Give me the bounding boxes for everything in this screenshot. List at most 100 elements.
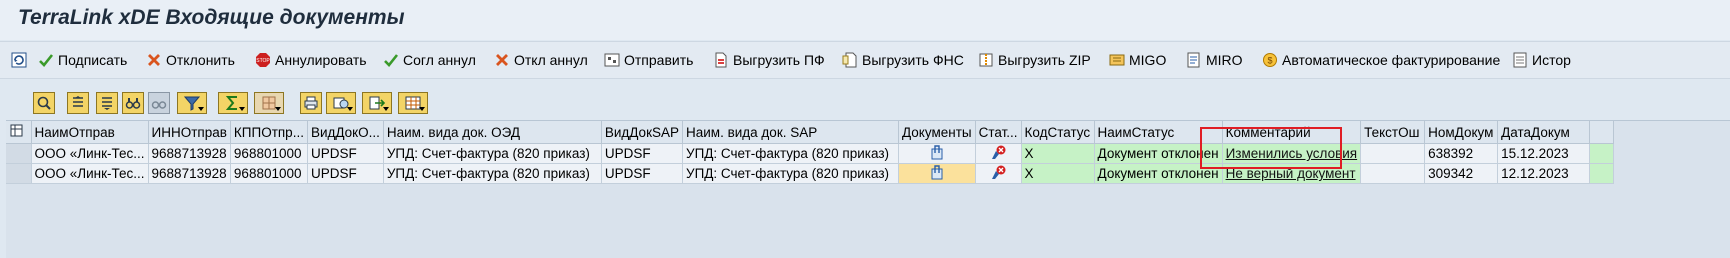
send-icon — [604, 52, 620, 68]
approve-annul-button-label: Согл аннул — [403, 52, 476, 68]
cell-comment[interactable]: Изменились условия — [1222, 143, 1362, 164]
find-next-button[interactable] — [148, 92, 170, 114]
miro-icon — [1186, 52, 1202, 68]
send-button-label: Отправить — [624, 52, 694, 68]
col-header-oed-doc-type-name[interactable]: Наим. вида док. ОЭД — [383, 121, 602, 144]
col-header-sender-kpp[interactable]: КППОтпр... — [230, 121, 308, 144]
cell-status-name: Документ отклонен — [1094, 163, 1223, 184]
approve-annul-button[interactable]: Согл аннул — [383, 50, 476, 70]
subtotal-button[interactable] — [254, 92, 284, 114]
cell-error-text — [1360, 143, 1426, 164]
pdf-export-icon — [713, 52, 729, 68]
sort-ascending-button[interactable] — [67, 92, 89, 114]
export-button[interactable] — [362, 92, 392, 114]
col-header-status-name[interactable]: НаимСтатус — [1094, 121, 1223, 144]
rejected-status-icon — [990, 144, 1006, 160]
documents-table: НаимОтправ ИННОтправ КППОтпр... ВидДокО.… — [6, 121, 1615, 184]
col-header-documents[interactable]: Документы — [898, 121, 976, 144]
col-header-sender-inn[interactable]: ИННОтправ — [148, 121, 231, 144]
col-header-oed-doc-type[interactable]: ВидДокО... — [307, 121, 384, 144]
print-button[interactable] — [300, 92, 322, 114]
cell-sap-doc-type: UPDSF — [601, 143, 684, 164]
migo-button-label: MIGO — [1129, 52, 1167, 68]
comment-link[interactable]: Не верный документ — [1226, 166, 1356, 181]
col-header-doc-number[interactable]: НомДокум — [1424, 121, 1499, 144]
table-row[interactable]: ООО «Линк-Тес... 9688713928 968801000 UP… — [6, 143, 1615, 164]
title-bar: TerraLink xDE Входящие документы — [0, 0, 1730, 40]
refresh-button[interactable] — [11, 50, 27, 70]
cell-sender-name: ООО «Линк-Тес... — [31, 143, 149, 164]
export-fns-button-label: Выгрузить ФНС — [862, 52, 964, 68]
zip-icon — [978, 52, 994, 68]
col-header-status-code[interactable]: КодСтатус — [1021, 121, 1095, 144]
svg-text:STOP: STOP — [256, 58, 270, 64]
binoculars-icon — [125, 95, 141, 111]
reject-annul-button[interactable]: Откл аннул — [494, 50, 588, 70]
table-settings-icon — [9, 123, 25, 139]
migo-icon — [1109, 52, 1125, 68]
col-header-sender-name[interactable]: НаимОтправ — [31, 121, 149, 144]
row-selector[interactable] — [6, 163, 32, 184]
filter-button[interactable] — [177, 92, 207, 114]
cell-sap-doc-type-name: УПД: Счет-фактура (820 приказ) — [682, 163, 899, 184]
sum-button[interactable] — [218, 92, 248, 114]
annul-button[interactable]: STOP Аннулировать — [255, 50, 367, 70]
sign-button-label: Подписать — [58, 52, 128, 68]
cell-doc-date: 12.12.2023 — [1497, 163, 1591, 184]
document-attachment-icon[interactable] — [929, 144, 945, 160]
col-header-extra[interactable] — [1589, 121, 1615, 144]
cell-doc-number: 638392 — [1424, 143, 1499, 164]
export-pf-button-label: Выгрузить ПФ — [733, 52, 825, 68]
reject-annul-button-label: Откл аннул — [514, 52, 588, 68]
row-selector[interactable] — [6, 143, 32, 164]
table-row[interactable]: ООО «Линк-Тес... 9688713928 968801000 UP… — [6, 163, 1615, 184]
cell-oed-doc-type-name: УПД: Счет-фактура (820 приказ) — [383, 143, 602, 164]
cell-comment[interactable]: Не верный документ — [1222, 163, 1362, 184]
table-header-row: НаимОтправ ИННОтправ КППОтпр... ВидДокО.… — [6, 121, 1615, 144]
send-button[interactable]: Отправить — [604, 50, 693, 70]
cell-status-code: X — [1021, 143, 1095, 164]
rejected-status-icon — [990, 164, 1006, 180]
comment-link[interactable]: Изменились условия — [1226, 146, 1358, 161]
binoculars-next-icon — [151, 95, 167, 111]
export-pf-button[interactable]: Выгрузить ПФ — [713, 50, 825, 70]
col-header-comment[interactable]: Комментарий — [1222, 121, 1362, 144]
document-attachment-icon[interactable] — [929, 164, 945, 180]
details-button[interactable] — [33, 92, 55, 114]
reject-button-label: Отклонить — [166, 52, 235, 68]
cell-oed-doc-type-name: УПД: Счет-фактура (820 приказ) — [383, 163, 602, 184]
sign-button[interactable]: Подписать — [38, 50, 127, 70]
col-header-status[interactable]: Стат... — [975, 121, 1022, 144]
cell-sender-kpp: 968801000 — [230, 163, 308, 184]
cell-oed-doc-type: UPDSF — [307, 143, 384, 164]
find-button[interactable] — [122, 92, 144, 114]
cell-documents[interactable] — [898, 143, 976, 164]
export-fns-button[interactable]: Выгрузить ФНС — [842, 50, 964, 70]
history-button[interactable]: Истор — [1512, 50, 1571, 70]
cell-status — [975, 143, 1022, 164]
cell-sender-name: ООО «Линк-Тес... — [31, 163, 149, 184]
sort-descending-button[interactable] — [96, 92, 118, 114]
cell-status — [975, 163, 1022, 184]
col-header-sap-doc-type[interactable]: ВидДокSAP — [601, 121, 684, 144]
export-zip-button[interactable]: Выгрузить ZIP — [978, 50, 1091, 70]
sort-ascending-icon — [70, 95, 86, 111]
select-all-cell[interactable] — [6, 121, 32, 144]
refresh-icon — [11, 52, 27, 68]
migo-button[interactable]: MIGO — [1109, 50, 1166, 70]
cell-status-name: Документ отклонен — [1094, 143, 1223, 164]
col-header-sap-doc-type-name[interactable]: Наим. вида док. SAP — [682, 121, 899, 144]
check-icon — [383, 52, 399, 68]
auto-invoice-icon: $ — [1262, 52, 1278, 68]
col-header-error-text[interactable]: ТекстОш — [1360, 121, 1426, 144]
annul-button-label: Аннулировать — [275, 52, 367, 68]
cell-sap-doc-type-name: УПД: Счет-фактура (820 приказ) — [682, 143, 899, 164]
miro-button[interactable]: MIRO — [1186, 50, 1243, 70]
auto-invoicing-button[interactable]: $ Автоматическое фактурирование — [1262, 50, 1500, 70]
layout-button[interactable] — [398, 92, 428, 114]
cell-extra — [1589, 143, 1615, 164]
cell-documents[interactable] — [898, 163, 976, 184]
col-header-doc-date[interactable]: ДатаДокум — [1497, 121, 1591, 144]
reject-button[interactable]: Отклонить — [146, 50, 235, 70]
views-button[interactable] — [326, 92, 356, 114]
